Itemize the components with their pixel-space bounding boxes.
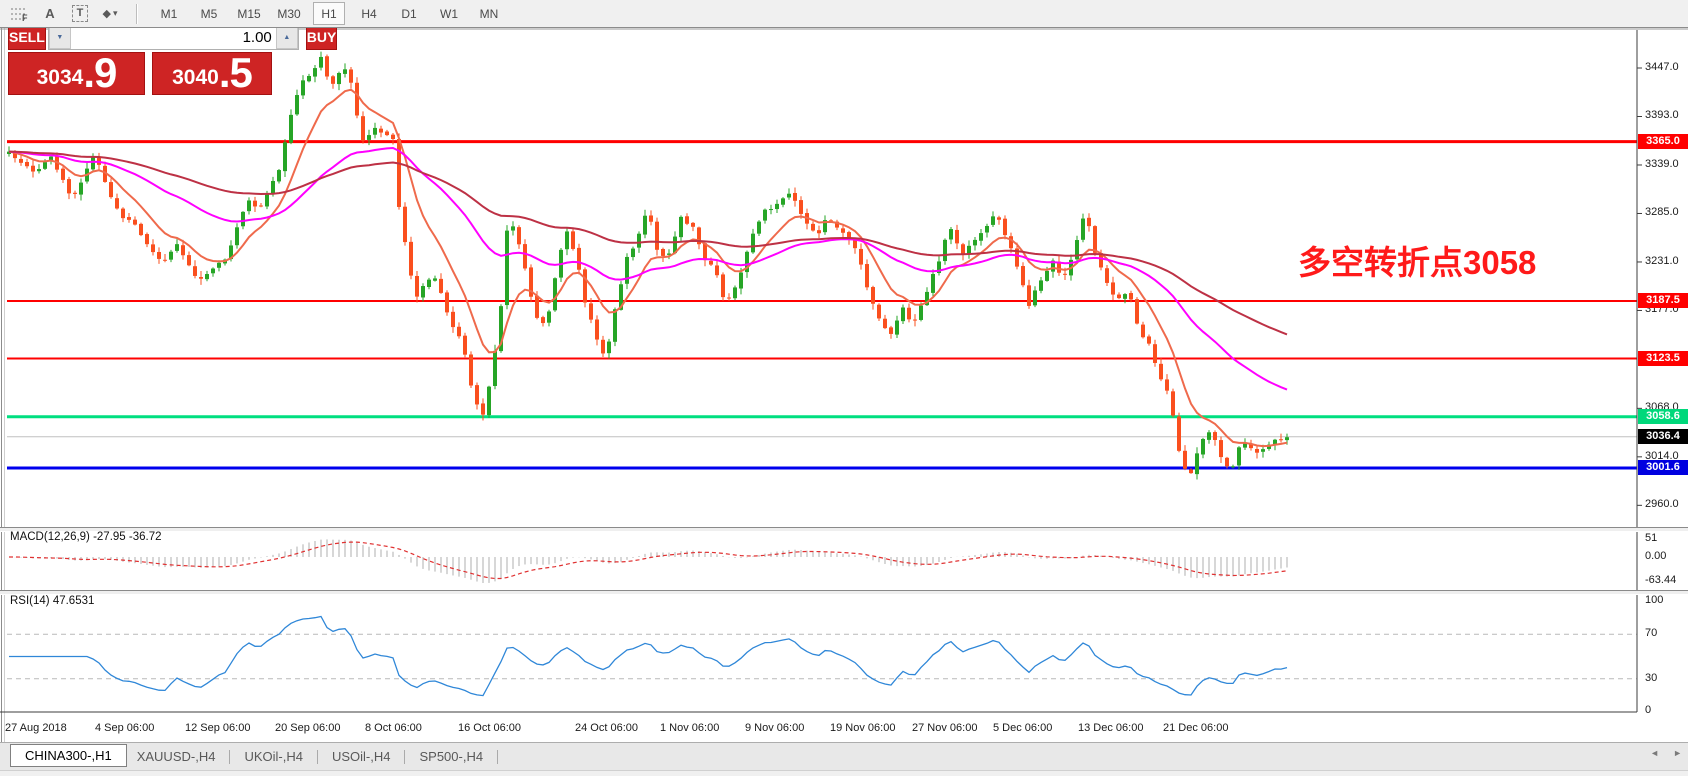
timeframe-button-d1[interactable]: D1 (393, 2, 425, 25)
timeframe-button-mn[interactable]: MN (473, 2, 505, 25)
timeframe-button-m30[interactable]: M30 (273, 2, 305, 25)
chart-tab-sp500-h4[interactable]: SP500-,H4 (409, 745, 493, 768)
line-studies-toolbar: F A T ◆ ▾ (0, 3, 130, 25)
tab-scroll-arrows: ◄ ► (1650, 748, 1682, 758)
sell-price-last-digit: .9 (83, 53, 116, 93)
timeframe-button-m15[interactable]: M15 (233, 2, 265, 25)
volume-decrease-button[interactable]: ▼ (49, 25, 71, 49)
chart-tab-bar: CHINA300-,H1XAUUSD-,H4 UKOil-,H4 USOil-,H4… (0, 742, 1688, 770)
text-annotation: 多空转折点3058 (1298, 236, 1536, 284)
volume-input[interactable] (71, 25, 276, 49)
timeframe-button-m5[interactable]: M5 (193, 2, 225, 25)
tab-scroll-left-icon[interactable]: ◄ (1650, 748, 1659, 758)
chevron-down-icon: ▾ (113, 8, 118, 19)
timeframe-button-w1[interactable]: W1 (433, 2, 465, 25)
arrows-icon[interactable]: ◆ ▾ (98, 3, 122, 25)
main-macd-splitter[interactable] (0, 527, 1688, 532)
chart-tab-ukoil-h4[interactable]: UKOil-,H4 (234, 745, 313, 768)
chart-tab-china300-h1[interactable]: CHINA300-,H1 (10, 744, 127, 767)
text-label-glyph: T (72, 5, 89, 22)
macd-label: MACD(12,26,9) -27.95 -36.72 (10, 531, 162, 543)
fibonacci-retracement-icon[interactable]: F (8, 3, 32, 25)
sell-price-display[interactable]: 3034 .9 (8, 52, 145, 95)
timeframe-button-h4[interactable]: H4 (353, 2, 385, 25)
toolbar-separator (136, 4, 138, 24)
arrows-glyph: ◆ (103, 7, 111, 20)
chart-tab-usoil-h4[interactable]: USOil-,H4 (322, 745, 401, 768)
sell-price-main: 3034 (37, 63, 84, 93)
chart-tab-xauusd-h4[interactable]: XAUUSD-,H4 (127, 745, 226, 768)
buy-price-main: 3040 (172, 63, 219, 93)
price-chart-canvas[interactable] (0, 0, 1688, 776)
tab-separator (229, 750, 230, 764)
buy-price-display[interactable]: 3040 .5 (152, 52, 272, 95)
macd-rsi-splitter[interactable] (0, 590, 1688, 595)
one-click-trade-panel: SELL ▼ ▲ BUY 3034 .9 3040 .5 (8, 24, 272, 95)
tab-scroll-right-icon[interactable]: ► (1673, 748, 1682, 758)
timeframe-button-m1[interactable]: M1 (153, 2, 185, 25)
timeframe-button-h1[interactable]: H1 (313, 2, 345, 25)
tab-separator (404, 750, 405, 764)
buy-price-last-digit: .5 (219, 53, 252, 93)
tab-separator (497, 750, 498, 764)
tab-separator (317, 750, 318, 764)
text-label-icon[interactable]: T (68, 3, 92, 25)
volume-increase-button[interactable]: ▲ (276, 25, 298, 49)
status-bar-strip (0, 770, 1688, 776)
toolbar: F A T ◆ ▾ M1 M5 M15 M30 H1 H4 D1 W1 MN (0, 0, 1688, 28)
svg-text:F: F (22, 13, 28, 22)
text-icon[interactable]: A (38, 3, 62, 25)
mt4-window: F A T ◆ ▾ M1M5M15M30H1H4D1W1MN 3447.0339… (0, 0, 1688, 776)
timeframe-toolbar: M1 M5 M15 M30 H1 H4 D1 W1 MN (144, 2, 514, 25)
rsi-label: RSI(14) 47.6531 (10, 595, 94, 607)
